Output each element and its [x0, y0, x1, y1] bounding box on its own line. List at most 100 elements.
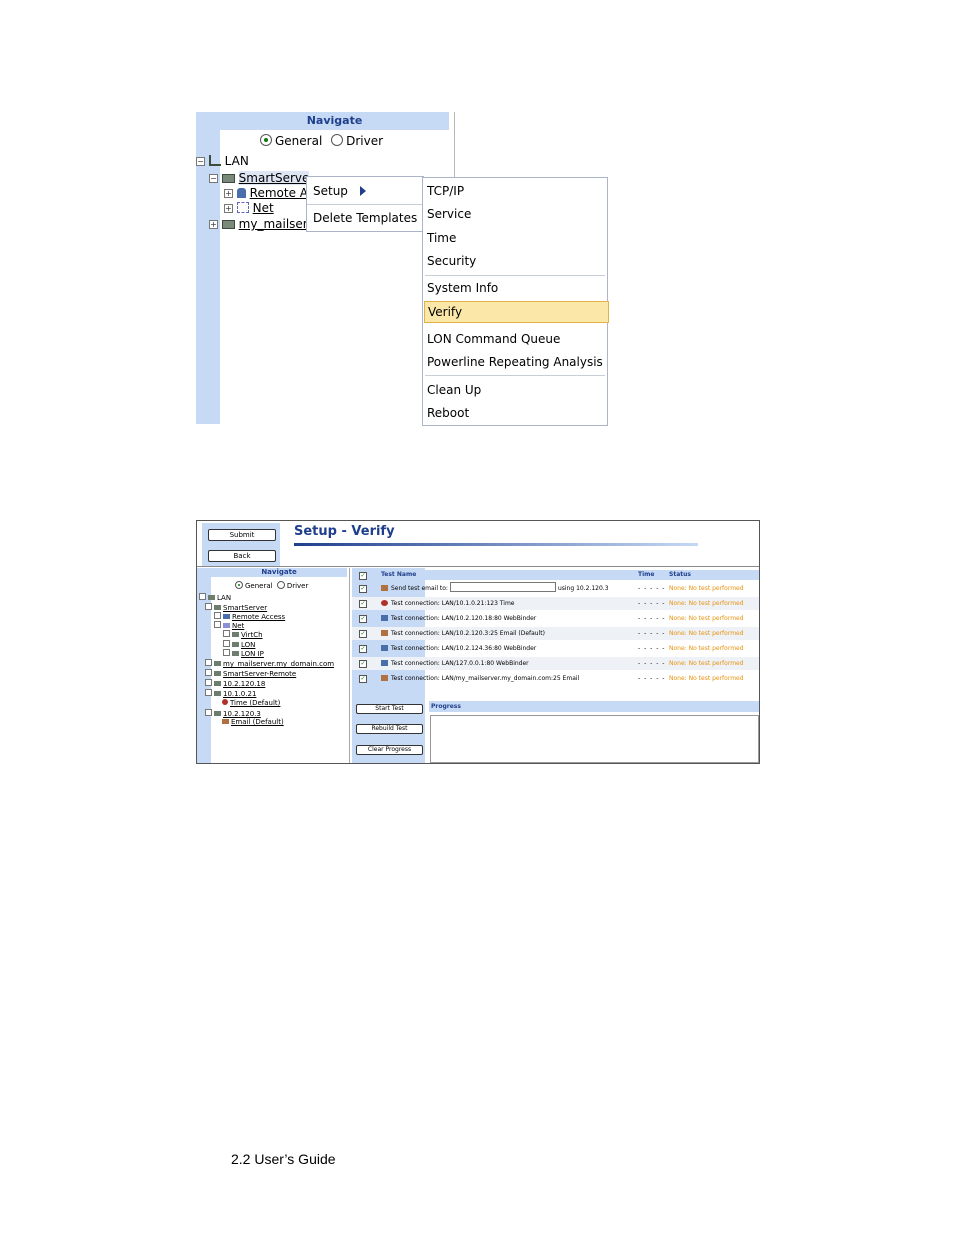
device-icon — [214, 691, 221, 696]
submenu-item-verify[interactable]: Verify — [424, 301, 609, 323]
test-name-cell: Test connection: LAN/10.2.120.18:80 WebB… — [381, 612, 536, 625]
rebuild-test-button[interactable]: Rebuild Test — [356, 724, 423, 734]
webbinder-icon — [381, 615, 388, 621]
status-cell: None: No test performed — [669, 585, 744, 592]
server-icon — [221, 174, 235, 183]
test-name: Test connection: LAN/10.1.0.21:123 Time — [391, 600, 515, 607]
webbinder-icon — [381, 660, 388, 666]
progress-title: Progress — [429, 701, 759, 712]
time-cell: - - - - - — [638, 645, 666, 652]
submenu-item-reboot[interactable]: Reboot — [427, 403, 603, 423]
submenu-item-time[interactable]: Time — [427, 228, 603, 248]
radio-driver[interactable] — [331, 134, 344, 146]
row-checkbox[interactable]: ✓ — [359, 660, 367, 668]
menu-separator — [425, 375, 605, 376]
submenu-item-system-info[interactable]: System Info — [427, 278, 603, 298]
collapse-icon[interactable] — [214, 621, 221, 628]
email-input[interactable] — [449, 582, 556, 592]
tree-item[interactable]: my_mailserver.my_domain.com — [205, 659, 334, 669]
submenu-item-service[interactable]: Service — [427, 204, 603, 224]
tree-item[interactable]: VirtCh — [223, 630, 263, 640]
row-checkbox[interactable]: ✓ — [359, 645, 367, 653]
tree-label: Time (Default) — [230, 699, 281, 707]
time-cell: - - - - - — [638, 615, 666, 622]
tree-label-mailserver: my_mailser — [238, 217, 308, 231]
tree-label: 10.2.120.3 — [223, 710, 261, 718]
tree-label-smartserver: SmartServe — [238, 171, 310, 185]
tree-item-net[interactable]: + Net — [224, 201, 274, 216]
tree-item-mailserver[interactable]: + my_mailser — [209, 217, 308, 232]
tree-item[interactable]: LON IP — [223, 649, 264, 659]
submenu-item-clean-up[interactable]: Clean Up — [427, 380, 603, 400]
page-title: Setup - Verify — [294, 524, 395, 539]
row-checkbox[interactable]: ✓ — [359, 600, 367, 608]
tree-label: my_mailserver.my_domain.com — [223, 660, 335, 668]
collapse-icon[interactable] — [205, 709, 212, 716]
start-test-button[interactable]: Start Test — [356, 704, 423, 714]
test-name: Test connection: LAN/10.2.124.36:80 WebB… — [391, 645, 537, 652]
tree-label: Net — [232, 622, 245, 630]
server-icon — [214, 661, 221, 666]
submit-button[interactable]: Submit — [208, 529, 276, 541]
collapse-icon[interactable]: − — [209, 174, 218, 183]
expand-icon[interactable] — [205, 679, 212, 686]
row-checkbox[interactable]: ✓ — [359, 615, 367, 623]
submenu-item-tcpip[interactable]: TCP/IP — [427, 181, 603, 201]
status-cell: None: No test performed — [669, 675, 744, 682]
table-row: ✓ Test connection: LAN/10.2.120.3:25 Ema… — [352, 627, 759, 640]
device-icon — [214, 681, 221, 686]
expand-icon[interactable]: + — [224, 189, 233, 198]
channel-icon — [232, 632, 239, 637]
radio-general[interactable] — [260, 134, 272, 146]
row-checkbox[interactable]: ✓ — [359, 630, 367, 638]
collapse-icon[interactable]: − — [196, 157, 205, 166]
back-button[interactable]: Back — [208, 550, 276, 562]
clear-progress-button[interactable]: Clear Progress — [356, 745, 423, 755]
table-row: ✓ Test connection: LAN/127.0.0.1:80 WebB… — [352, 657, 759, 670]
collapse-icon[interactable] — [199, 593, 206, 600]
server-icon — [214, 671, 221, 676]
test-name-cell: Send test email to: using 10.2.120.3 — [381, 582, 609, 595]
tree-label-lan: LAN — [224, 154, 249, 168]
expand-icon[interactable] — [214, 612, 221, 619]
row-checkbox[interactable]: ✓ — [359, 675, 367, 683]
tree-item[interactable]: Email (Default) — [222, 718, 284, 727]
network-icon — [223, 623, 230, 628]
expand-icon[interactable] — [205, 669, 212, 676]
collapse-icon[interactable] — [205, 689, 212, 696]
menu-item-setup[interactable]: Setup — [313, 184, 366, 198]
select-all-checkbox[interactable]: ✓ — [359, 572, 367, 580]
tree-item[interactable]: Time (Default) — [222, 699, 280, 708]
tree-item[interactable]: LAN — [199, 593, 231, 603]
radio-driver[interactable] — [276, 581, 285, 589]
test-name-cell: Test connection: LAN/10.2.120.3:25 Email… — [381, 627, 545, 640]
expand-icon[interactable] — [205, 659, 212, 666]
expand-icon[interactable] — [223, 630, 230, 637]
network-icon — [236, 202, 249, 213]
collapse-icon[interactable] — [205, 603, 212, 610]
email-icon — [381, 585, 388, 591]
submenu-item-security[interactable]: Security — [427, 251, 603, 271]
tree-item[interactable]: SmartServer-Remote — [205, 669, 296, 679]
tree-item[interactable]: 10.1.0.21 — [205, 689, 256, 699]
tree-label: VirtCh — [241, 631, 263, 639]
status-cell: None: No test performed — [669, 660, 744, 667]
test-name: Test connection: LAN/127.0.0.1:80 WebBin… — [391, 660, 529, 667]
radio-general[interactable] — [235, 581, 243, 589]
expand-icon[interactable] — [223, 649, 230, 656]
tree-label: 10.2.120.18 — [223, 680, 266, 688]
submenu-item-powerline-repeating[interactable]: Powerline Repeating Analysis — [427, 352, 603, 372]
expand-icon[interactable]: + — [209, 220, 218, 229]
tree-item[interactable]: 10.2.120.18 — [205, 679, 265, 689]
tree-item-smartserver[interactable]: − SmartServe — [209, 171, 310, 186]
view-radio-group: General Driver — [260, 134, 383, 149]
tree-item-remote[interactable]: + Remote A — [224, 186, 308, 201]
row-checkbox[interactable]: ✓ — [359, 585, 367, 593]
submenu-item-lon-command-queue[interactable]: LON Command Queue — [427, 329, 603, 349]
tree-item-lan[interactable]: − LAN — [196, 154, 249, 169]
expand-icon[interactable]: + — [224, 204, 233, 213]
context-menu: Setup Delete Templates — [306, 176, 424, 232]
menu-item-delete-templates[interactable]: Delete Templates — [313, 211, 417, 225]
expand-icon[interactable] — [223, 640, 230, 647]
test-name: Send test email to: — [391, 585, 448, 592]
